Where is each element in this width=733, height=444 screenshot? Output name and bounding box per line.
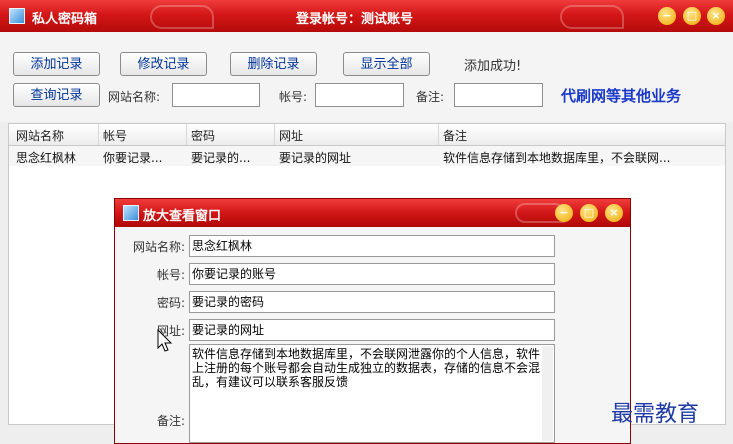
edit-record-button[interactable]: 修改记录 [120, 52, 207, 76]
note-input[interactable] [454, 83, 543, 107]
popup-account-label: 帐号: [156, 268, 185, 282]
watermark: 最需教育 [611, 402, 700, 427]
login-account-title: 登录帐号：测试账号 [296, 12, 414, 27]
cell-note: 软件信息存储到本地数据库里，不会联网... [443, 151, 671, 165]
ad-text[interactable]: 代刷网等其他业务 [561, 85, 681, 106]
popup-note-textarea[interactable]: 软件信息存储到本地数据库里，不会联网泄露你的个人信息，软件上注册的每个账号都会自… [189, 344, 555, 443]
popup-maximize-button[interactable]: □ [580, 204, 598, 222]
app-icon [9, 8, 25, 24]
site-name-label: 网站名称: [108, 90, 161, 104]
column-header-site[interactable]: 网站名称 [16, 127, 64, 144]
column-divider[interactable] [274, 124, 275, 145]
column-header-password[interactable]: 密码 [191, 127, 215, 144]
main-window: 私人密码箱 登录帐号：测试账号 − □ × 添加记录 修改记录 删除记录 显示全… [0, 0, 733, 444]
zoom-view-window: 放大查看窗口 − □ × 网站名称: 思念红枫林 帐号: 你要记录的账号 密码:… [114, 198, 631, 444]
popup-body: 网站名称: 思念红枫林 帐号: 你要记录的账号 密码: 要记录的密码 网址: 要… [115, 227, 630, 443]
column-header-account[interactable]: 帐号 [103, 127, 127, 144]
popup-app-icon [123, 205, 139, 221]
show-all-button[interactable]: 显示全部 [343, 52, 430, 76]
popup-note-scrollbar[interactable] [542, 346, 553, 441]
column-header-url[interactable]: 网址 [279, 127, 303, 144]
column-divider[interactable] [438, 124, 439, 145]
minimize-button[interactable]: − [658, 7, 676, 25]
cell-password: 要记录的... [191, 151, 251, 165]
popup-minimize-button[interactable]: − [555, 204, 573, 222]
delete-record-button[interactable]: 删除记录 [230, 52, 317, 76]
note-label: 备注: [416, 90, 445, 104]
account-input[interactable] [315, 83, 404, 107]
popup-note-text: 软件信息存储到本地数据库里，不会联网泄露你的个人信息，软件上注册的每个账号都会自… [192, 347, 541, 389]
popup-url-field[interactable]: 要记录的网址 [189, 319, 555, 341]
table-header: 网站名称 帐号 密码 网址 备注 [9, 124, 725, 146]
mouse-cursor-icon [157, 329, 173, 352]
cell-url: 要记录的网址 [279, 151, 352, 165]
column-divider[interactable] [186, 124, 187, 145]
swirl-decoration [560, 5, 624, 29]
toolbar: 添加记录 修改记录 删除记录 显示全部 添加成功! 查询记录 网站名称: 帐号:… [0, 32, 733, 122]
popup-site-label: 网站名称: [132, 240, 185, 254]
title-bar[interactable]: 私人密码箱 登录帐号：测试账号 − □ × [0, 0, 733, 32]
popup-note-label: 备注: [156, 414, 185, 428]
close-button[interactable]: × [707, 7, 725, 25]
app-title: 私人密码箱 [32, 12, 98, 27]
add-record-button[interactable]: 添加记录 [13, 52, 100, 76]
popup-password-field[interactable]: 要记录的密码 [189, 291, 555, 313]
cell-account: 你要记录... [103, 151, 163, 165]
swirl-decoration [150, 5, 214, 29]
popup-title-bar[interactable]: 放大查看窗口 − □ × [115, 199, 630, 227]
site-name-input[interactable] [172, 83, 260, 107]
popup-account-field[interactable]: 你要记录的账号 [189, 263, 555, 285]
cell-site: 思念红枫林 [16, 151, 77, 165]
column-header-note[interactable]: 备注 [443, 127, 467, 144]
table-row[interactable]: 思念红枫林 你要记录... 要记录的... 要记录的网址 软件信息存储到本地数据… [9, 146, 725, 166]
maximize-button[interactable]: □ [683, 7, 701, 25]
popup-site-field[interactable]: 思念红枫林 [189, 235, 555, 257]
status-message: 添加成功! [464, 59, 522, 74]
query-record-button[interactable]: 查询记录 [13, 83, 100, 107]
account-label: 帐号: [279, 90, 308, 104]
popup-password-label: 密码: [156, 296, 185, 310]
popup-close-button[interactable]: × [605, 204, 623, 222]
popup-title: 放大查看窗口 [143, 209, 222, 224]
column-divider[interactable] [98, 124, 99, 145]
